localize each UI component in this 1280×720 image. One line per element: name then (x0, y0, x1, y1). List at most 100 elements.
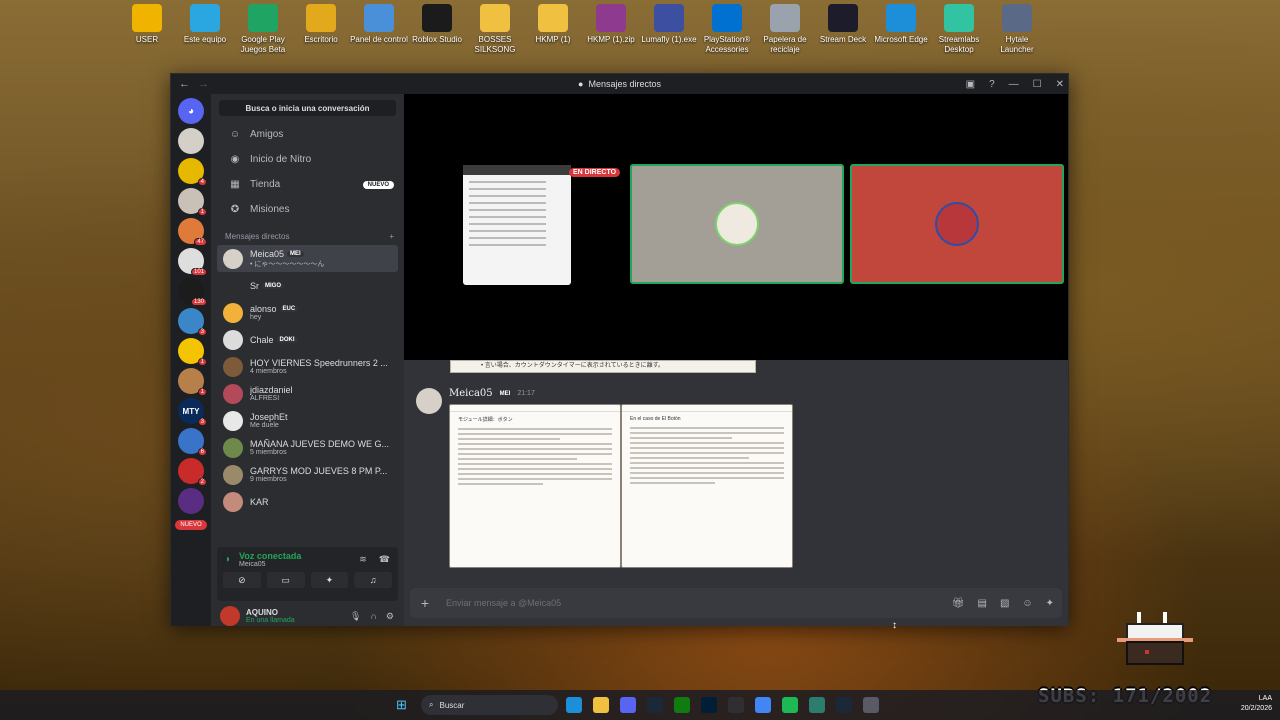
sticker-icon[interactable]: ▧ (1000, 598, 1009, 609)
voice-channel-name[interactable]: Meica05 (239, 561, 301, 568)
dm-item[interactable]: Sr MIGO (217, 272, 398, 299)
desktop-shortcut[interactable]: Hytale Launcher (988, 4, 1046, 55)
dm-name: jdiazdaniel (250, 385, 293, 395)
activities-button[interactable]: ✦ (310, 572, 349, 588)
forward-arrow-icon[interactable]: → (198, 78, 209, 90)
server-icon[interactable] (178, 128, 204, 154)
soundboard-button[interactable]: ♫ (354, 572, 392, 588)
apps-icon[interactable]: ✦ (1046, 598, 1054, 609)
server-icon[interactable]: 4 (178, 158, 207, 186)
sidebar-item-nitro[interactable]: ◉ Inicio de Nitro (211, 147, 404, 172)
desktop-shortcut-label: Hytale Launcher (1000, 35, 1034, 54)
file-explorer-icon[interactable] (593, 697, 609, 713)
desktop-shortcut[interactable]: HKMP (1) (524, 4, 582, 55)
desktop-shortcut[interactable]: Papelera de reciclaje (756, 4, 814, 55)
server-icon[interactable]: 101 (178, 248, 207, 276)
dm-item[interactable]: KAR (217, 488, 398, 515)
gif-icon[interactable]: ▤ (977, 598, 986, 609)
desktop-shortcut[interactable]: USER (118, 4, 176, 55)
settings-icon[interactable] (863, 697, 879, 713)
server-icon[interactable] (178, 488, 204, 514)
dm-item[interactable]: Meica05 MEI • にゃ〜〜〜〜〜〜〜ん (217, 245, 398, 272)
desktop-shortcut[interactable]: Roblox Studio (408, 4, 466, 55)
gear-icon[interactable]: ⚙ (386, 611, 394, 622)
server-icon[interactable]: 2 (178, 458, 207, 486)
voice-panel: ◗ Voz conectada Meica05 ≋ ☎ ⊘ ▭ ✦ ♫ (217, 547, 398, 601)
dm-item[interactable]: jdiazdaniel ALFRESI (217, 380, 398, 407)
participant-tile[interactable] (850, 164, 1064, 284)
dm-item[interactable]: MAÑANA JUEVES DEMO WE G... 5 miembros (217, 434, 398, 461)
server-icon[interactable]: 47 (178, 218, 207, 246)
desktop-shortcut[interactable]: Escritorio (292, 4, 350, 55)
dm-item[interactable]: GARRYS MOD JUEVES 8 PM P... 9 miembros (217, 461, 398, 488)
message-author[interactable]: Meica05 (449, 388, 493, 399)
dm-item[interactable]: Chale DOKI (217, 326, 398, 353)
participant-tile[interactable] (630, 164, 844, 284)
control-panel-icon (364, 4, 394, 32)
system-clock[interactable]: LAA 20/2/2026 (1241, 694, 1272, 714)
desktop-shortcut[interactable]: PlayStation® Accessories (698, 4, 756, 55)
server-icon[interactable]: 3 (178, 308, 207, 336)
help-icon[interactable]: ? (989, 79, 995, 90)
xbox-icon[interactable] (674, 697, 690, 713)
avatar[interactable] (416, 388, 442, 414)
avatar[interactable] (220, 606, 240, 626)
discord-icon[interactable] (620, 697, 636, 713)
image-attachment[interactable]: En el caso de El Botón (621, 404, 793, 568)
emoji-icon[interactable]: ☺ (1022, 598, 1032, 609)
sidebar-item-quests[interactable]: ✪ Misiones (211, 197, 404, 222)
steam-icon[interactable] (647, 697, 663, 713)
find-conversation-button[interactable]: Busca o inicia una conversación (219, 100, 396, 116)
server-icon[interactable]: 1 (178, 188, 207, 216)
sidebar-item-friends[interactable]: ☺ Amigos (211, 122, 404, 147)
noise-suppression-icon[interactable]: ≋ (359, 554, 367, 565)
desktop-shortcut[interactable]: BOSSES SILKSONG (466, 4, 524, 55)
back-arrow-icon[interactable]: ← (179, 78, 190, 90)
desktop-shortcut[interactable]: Panel de control (350, 4, 408, 55)
mention-badge: 130 (190, 298, 207, 306)
close-icon[interactable]: ✕ (1056, 79, 1064, 90)
dm-item[interactable]: alonso EUC hey (217, 299, 398, 326)
message-input[interactable]: Enviar mensaje a @Meica05 (446, 598, 561, 608)
server-icon[interactable]: 6 (178, 428, 207, 456)
gift-icon[interactable]: 🎁︎ (952, 598, 965, 609)
server-icon[interactable]: 1 (178, 338, 207, 366)
chrome-icon[interactable] (755, 697, 771, 713)
create-dm-icon[interactable]: + (389, 232, 394, 241)
sidebar-item-shop[interactable]: ▦ Tienda NUEVO (211, 172, 404, 197)
minimize-icon[interactable]: — (1009, 79, 1019, 90)
taskbar-search[interactable]: ⌕ Buscar (421, 695, 558, 715)
steam-icon[interactable] (836, 697, 852, 713)
maximize-icon[interactable]: ☐ (1033, 79, 1042, 90)
terminal-icon[interactable] (809, 697, 825, 713)
desktop-shortcut[interactable]: Lumafly (1).exe (640, 4, 698, 55)
screen-share-button[interactable]: ▭ (266, 572, 305, 588)
photoshop-icon[interactable] (701, 697, 717, 713)
desktop-shortcut[interactable]: Stream Deck (814, 4, 872, 55)
home-button[interactable]: ◕ (178, 98, 204, 124)
windows-start-icon[interactable]: ⊞ (396, 697, 407, 713)
image-attachment[interactable]: モジュール詳細：ボタン (449, 404, 621, 568)
window-title-text: Mensajes directos (588, 79, 661, 89)
camera-off-button[interactable]: ⊘ (223, 572, 261, 588)
desktop-shortcut[interactable]: Google Play Juegos Beta (234, 4, 292, 55)
server-icon[interactable]: 130 (178, 278, 207, 306)
dm-name: Chale (250, 334, 274, 345)
desktop-shortcut[interactable]: Este equipo (176, 4, 234, 55)
headphones-icon[interactable]: ∩ (370, 611, 376, 622)
desktop-shortcut[interactable]: Microsoft Edge (872, 4, 930, 55)
disconnect-icon[interactable]: ☎ (379, 554, 390, 565)
desktop-shortcut[interactable]: HKMP (1).zip (582, 4, 640, 55)
server-icon[interactable]: 1 (178, 368, 207, 396)
spotify-icon[interactable] (782, 697, 798, 713)
server-icon[interactable]: MTY 3 (178, 398, 207, 426)
desktop-shortcut[interactable]: Streamlabs Desktop (930, 4, 988, 55)
plus-icon[interactable]: + (410, 595, 440, 611)
obs-icon[interactable] (728, 697, 744, 713)
dm-item[interactable]: HOY VIERNES Speedrunners 2 ... 4 miembros (217, 353, 398, 380)
inbox-icon[interactable]: ▣ (966, 79, 975, 90)
microphone-icon[interactable]: 🎙︎ (350, 611, 361, 622)
edge-icon[interactable] (566, 697, 582, 713)
dm-item[interactable]: JosephEt Me duele (217, 407, 398, 434)
screen-share-tile[interactable] (463, 165, 571, 285)
